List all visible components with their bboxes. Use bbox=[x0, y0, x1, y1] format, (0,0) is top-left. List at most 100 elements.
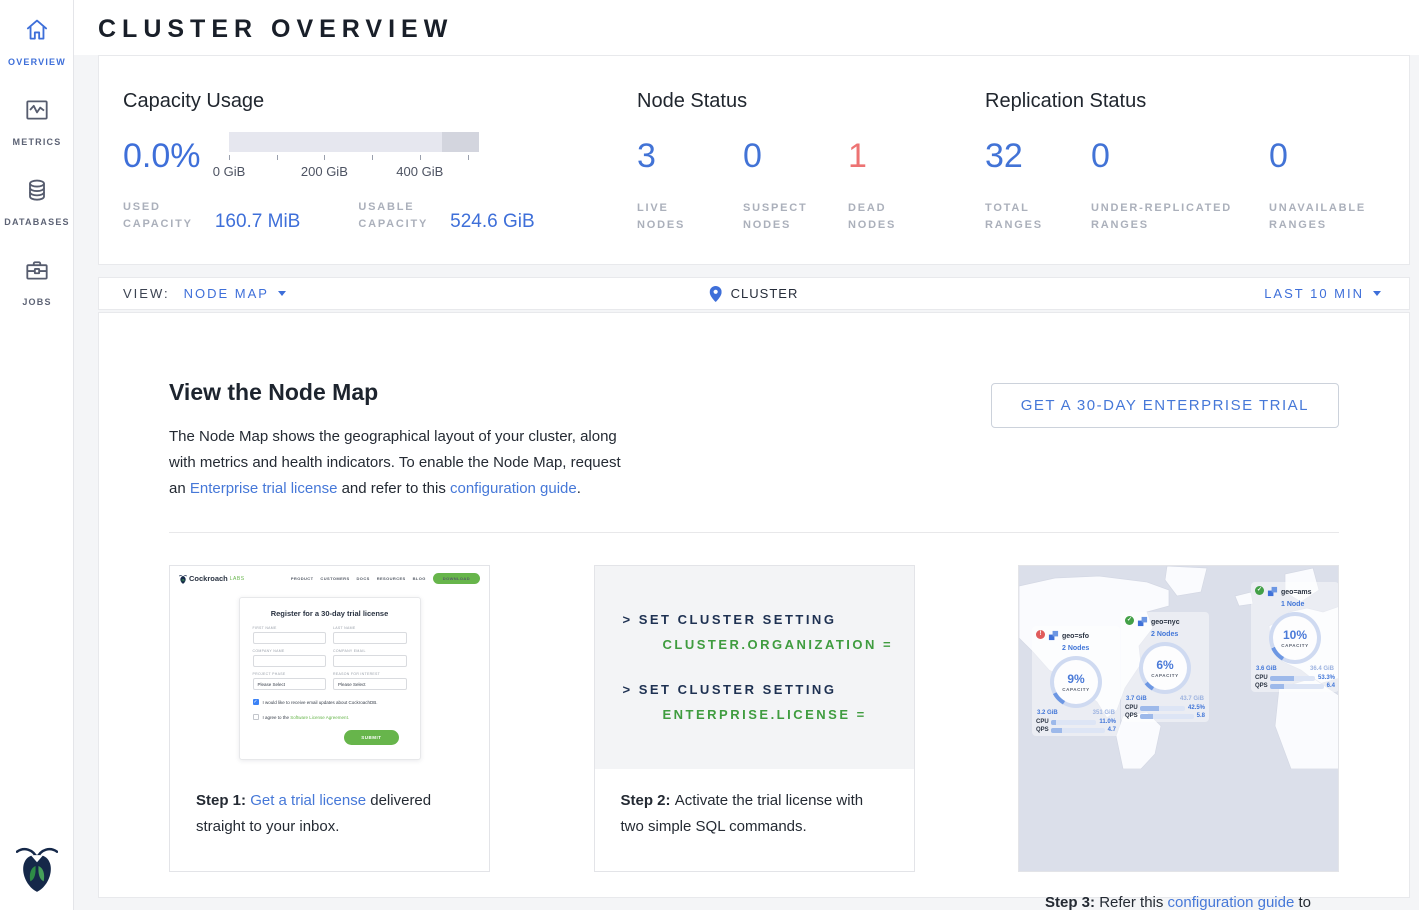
step1-card: CockroachLABS PRODUCTCUSTOMERSDOCSRESOUR… bbox=[169, 565, 490, 872]
sidebar-item-overview[interactable]: OVERVIEW bbox=[0, 0, 74, 80]
mini-site-nav: PRODUCTCUSTOMERSDOCSRESOURCESBLOG DOWNLO… bbox=[291, 573, 480, 584]
sidebar-item-label: DATABASES bbox=[4, 217, 69, 227]
locality-badge-sfo: ! geo=sfo2 Nodes 9%CAPACITY 3.2 GiB351 G… bbox=[1032, 626, 1120, 736]
section-heading: View the Node Map bbox=[169, 379, 631, 406]
enterprise-trial-license-link[interactable]: Enterprise trial license bbox=[190, 480, 338, 497]
usable-capacity-value: 524.6 GiB bbox=[450, 211, 535, 233]
under-replicated-ranges-stat: 0 UNDER-REPLICATEDRANGES bbox=[1091, 139, 1269, 234]
locality-badge-nyc: ✓ geo=nyc2 Nodes 6%CAPACITY 3.7 GiB43.7 … bbox=[1121, 612, 1209, 722]
under-replicated-ranges-label: UNDER-REPLICATEDRANGES bbox=[1091, 200, 1269, 234]
suspect-nodes-stat: 0 SUSPECTNODES bbox=[743, 139, 848, 234]
view-bar: VIEW: NODE MAP CLUSTER LAST 10 MIN bbox=[98, 277, 1410, 310]
step2-sql-preview: > SET CLUSTER SETTING CLUSTER.ORGANIZATI… bbox=[595, 566, 914, 769]
databases-icon bbox=[23, 176, 51, 204]
checkbox-empty-icon bbox=[253, 714, 259, 720]
page-title: CLUSTER OVERVIEW bbox=[98, 15, 1419, 44]
live-nodes-label: LIVENODES bbox=[637, 200, 743, 234]
submit-button: SUBMIT bbox=[344, 730, 398, 745]
configuration-guide-link[interactable]: configuration guide bbox=[1168, 894, 1295, 910]
time-range-selector[interactable]: LAST 10 MIN bbox=[1264, 286, 1364, 301]
divider bbox=[169, 532, 1339, 533]
capacity-bar bbox=[229, 132, 479, 152]
get-trial-license-link[interactable]: Get a trial license bbox=[250, 792, 366, 809]
capacity-axis-labels: 0 GiB 200 GiB 400 GiB bbox=[229, 164, 479, 180]
locality-badge-ams: ✓ geo=ams1 Node 10%CAPACITY 3.6 GiB36.4 … bbox=[1251, 582, 1338, 692]
main-content: CLUSTER OVERVIEW Capacity Usage 0.0% 0 G… bbox=[74, 0, 1419, 898]
axis-label: 0 GiB bbox=[213, 164, 246, 179]
nodes-cube-icon bbox=[1137, 616, 1148, 627]
dead-nodes-label: DEADNODES bbox=[848, 200, 985, 234]
sidebar-item-label: JOBS bbox=[22, 297, 51, 307]
configuration-guide-link[interactable]: configuration guide bbox=[450, 480, 577, 497]
axis-label: 400 GiB bbox=[396, 164, 443, 179]
company-email-field bbox=[333, 655, 407, 667]
total-ranges-value: 32 bbox=[985, 139, 1091, 173]
enterprise-trial-button[interactable]: GET A 30-DAY ENTERPRISE TRIAL bbox=[991, 383, 1339, 428]
project-phase-select: Please Select bbox=[253, 678, 327, 690]
check-icon: ✓ bbox=[1125, 616, 1134, 625]
sidebar-item-databases[interactable]: DATABASES bbox=[0, 160, 74, 240]
sidebar-item-label: OVERVIEW bbox=[8, 57, 66, 67]
agree-checkbox-row: I agree to the Software License Agreemen… bbox=[253, 714, 407, 720]
capacity-bar-reserved-segment bbox=[442, 132, 480, 152]
nodes-cube-icon bbox=[1048, 630, 1059, 641]
live-nodes-value: 3 bbox=[637, 139, 743, 173]
error-icon: ! bbox=[1036, 630, 1045, 639]
jobs-icon bbox=[23, 256, 51, 284]
replication-status-title: Replication Status bbox=[985, 90, 1409, 113]
breadcrumb[interactable]: CLUSTER bbox=[710, 286, 799, 302]
node-map-preview: ! geo=sfo2 Nodes 9%CAPACITY 3.2 GiB351 G… bbox=[1019, 566, 1338, 871]
step1-screenshot: CockroachLABS PRODUCTCUSTOMERSDOCSRESOUR… bbox=[170, 566, 489, 769]
sidebar-item-label: METRICS bbox=[13, 137, 62, 147]
capacity-axis-ticks bbox=[229, 155, 479, 162]
step1-caption: Step 1: Get a trial license delivered st… bbox=[170, 769, 489, 859]
cockroach-logo[interactable] bbox=[16, 841, 58, 898]
dead-nodes-stat: 1 DEADNODES bbox=[848, 139, 985, 234]
first-name-field bbox=[253, 632, 327, 644]
updates-checkbox-row: ✓ I would like to receive email updates … bbox=[253, 699, 407, 705]
view-selector[interactable]: NODE MAP bbox=[184, 286, 269, 301]
step2-caption: Step 2: Activate the trial license with … bbox=[595, 769, 914, 859]
axis-label: 200 GiB bbox=[301, 164, 348, 179]
view-label: VIEW: bbox=[123, 286, 170, 301]
checkbox-checked-icon: ✓ bbox=[253, 699, 259, 705]
capacity-donut: 6%CAPACITY bbox=[1139, 642, 1191, 694]
capacity-usage-title: Capacity Usage bbox=[123, 90, 637, 113]
sql-setting: ENTERPRISE.LICENSE = bbox=[663, 707, 914, 722]
suspect-nodes-label: SUSPECTNODES bbox=[743, 200, 848, 234]
sidebar-item-metrics[interactable]: METRICS bbox=[0, 80, 74, 160]
total-ranges-label: TOTALRANGES bbox=[985, 200, 1091, 234]
used-capacity-label: USEDCAPACITY bbox=[123, 199, 193, 233]
metrics-icon bbox=[23, 96, 51, 124]
unavailable-ranges-stat: 0 UNAVAILABLERANGES bbox=[1269, 139, 1409, 234]
nodes-cube-icon bbox=[1267, 586, 1278, 597]
check-icon: ✓ bbox=[1255, 586, 1264, 595]
step2-card: > SET CLUSTER SETTING CLUSTER.ORGANIZATI… bbox=[594, 565, 915, 872]
breadcrumb-cluster[interactable]: CLUSTER bbox=[731, 286, 799, 301]
capacity-bar-chart: 0 GiB 200 GiB 400 GiB bbox=[229, 132, 479, 180]
form-title: Register for a 30-day trial license bbox=[253, 609, 407, 618]
sidebar-item-jobs[interactable]: JOBS bbox=[0, 240, 74, 320]
chevron-down-icon[interactable] bbox=[1373, 291, 1381, 296]
company-name-field bbox=[253, 655, 327, 667]
capacity-donut: 9%CAPACITY bbox=[1050, 656, 1102, 708]
unavailable-ranges-value: 0 bbox=[1269, 139, 1409, 173]
used-capacity-value: 160.7 MiB bbox=[215, 211, 301, 233]
sidebar: OVERVIEW METRICS DATABASES JOBS bbox=[0, 0, 74, 910]
sql-line: > SET CLUSTER SETTING bbox=[623, 612, 914, 627]
trial-register-form: Register for a 30-day trial license FIRS… bbox=[239, 597, 421, 760]
under-replicated-ranges-value: 0 bbox=[1091, 139, 1269, 173]
title-band: CLUSTER OVERVIEW bbox=[74, 0, 1419, 55]
capacity-donut: 10%CAPACITY bbox=[1269, 612, 1321, 664]
capacity-usage-section: Capacity Usage 0.0% 0 GiB 200 GiB 400 Gi… bbox=[123, 90, 637, 264]
sql-setting: CLUSTER.ORGANIZATION = bbox=[663, 637, 914, 652]
last-name-field bbox=[333, 632, 407, 644]
node-status-section: Node Status 3 LIVENODES 0 SUSPECTNODES 1… bbox=[637, 90, 985, 264]
home-icon bbox=[23, 16, 51, 44]
node-map-panel: View the Node Map The Node Map shows the… bbox=[98, 312, 1410, 898]
dead-nodes-value: 1 bbox=[848, 139, 985, 173]
usable-capacity-label: USABLECAPACITY bbox=[358, 199, 428, 233]
location-pin-icon bbox=[710, 286, 722, 302]
chevron-down-icon[interactable] bbox=[278, 291, 286, 296]
total-ranges-stat: 32 TOTALRANGES bbox=[985, 139, 1091, 234]
